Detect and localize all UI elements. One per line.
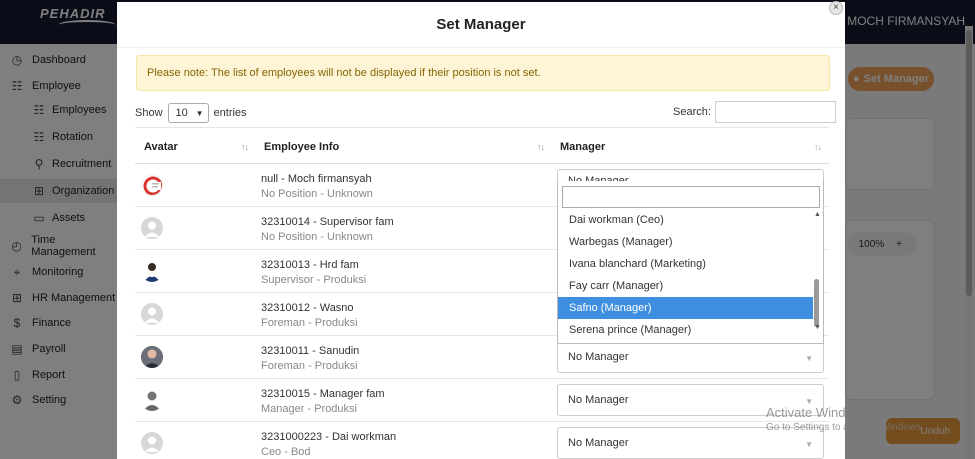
chevron-down-icon: ▼: [805, 440, 813, 449]
employee-position: Manager - Produksi: [261, 403, 357, 415]
column-avatar[interactable]: Avatar: [144, 141, 178, 153]
manager-select[interactable]: No Manager ▼: [557, 341, 824, 373]
search-label: Search:: [673, 106, 711, 118]
manager-dropdown: Dai workman (Ceo) Warbegas (Manager) Iva…: [557, 181, 824, 344]
close-icon[interactable]: ×: [829, 1, 843, 15]
avatar: [141, 389, 163, 411]
employee-name: 32310015 - Manager fam: [261, 388, 385, 400]
divider: [117, 47, 845, 48]
employee-name: null - Moch firmansyah: [261, 173, 372, 185]
table-search: Search:: [673, 101, 836, 123]
dropdown-option[interactable]: Serena prince (Manager): [558, 319, 813, 341]
employee-name: 32310011 - Sanudin: [261, 345, 360, 357]
entries-select[interactable]: 10 ▼: [167, 103, 209, 123]
avatar: [141, 217, 163, 239]
avatar: [141, 432, 163, 454]
employee-position: Supervisor - Produksi: [261, 274, 367, 286]
employee-name: 3231000223 - Dai workman: [261, 431, 397, 443]
set-manager-modal: Set Manager Please note: The list of emp…: [117, 2, 845, 459]
column-employee-info[interactable]: Employee Info: [264, 141, 339, 153]
avatar: [141, 303, 163, 325]
manager-value: No Manager: [568, 351, 629, 363]
dropdown-scrollbar[interactable]: ▲ ▼: [812, 211, 822, 331]
column-manager[interactable]: Manager: [560, 141, 605, 153]
employee-name: 32310013 - Hrd fam: [261, 259, 359, 271]
dropdown-option[interactable]: Dai workman (Ceo): [558, 209, 813, 231]
dropdown-option[interactable]: Fay carr (Manager): [558, 275, 813, 297]
manager-value: No Manager: [568, 394, 629, 406]
entries-control: Show 10 ▼ entries: [135, 103, 247, 123]
sort-icon[interactable]: ↑↓: [814, 142, 822, 152]
modal-title: Set Manager: [436, 16, 526, 33]
dropdown-scrollbar-thumb[interactable]: [814, 279, 819, 327]
entries-label: entries: [213, 107, 247, 119]
sort-icon[interactable]: ↑↓: [241, 142, 249, 152]
employee-position: No Position - Unknown: [261, 231, 373, 243]
avatar: [141, 346, 163, 368]
dropdown-option[interactable]: Ivana blanchard (Marketing): [558, 253, 813, 275]
chevron-down-icon: ▼: [195, 108, 204, 118]
entries-value: 10: [175, 107, 188, 119]
dropdown-search-input[interactable]: [562, 186, 820, 208]
show-label: Show: [135, 107, 163, 119]
manager-value: No Manager: [568, 437, 629, 449]
table-row: 32310015 - Manager fam Manager - Produks…: [135, 379, 829, 422]
activate-title: Activate Windows: [766, 405, 869, 420]
employee-name: 32310014 - Supervisor fam: [261, 216, 394, 228]
dropdown-option-selected[interactable]: Safno (Manager): [558, 297, 813, 319]
avatar: [141, 174, 163, 196]
dropdown-options: Dai workman (Ceo) Warbegas (Manager) Iva…: [558, 211, 825, 343]
dropdown-option[interactable]: Warbegas (Manager): [558, 231, 813, 253]
employee-position: No Position - Unknown: [261, 188, 373, 200]
search-input[interactable]: [714, 101, 836, 123]
activate-subtitle: Go to Settings to activate Windows.: [766, 422, 924, 433]
employee-name: 32310012 - Wasno: [261, 302, 354, 314]
scroll-down-icon[interactable]: ▼: [814, 324, 821, 331]
scroll-up-icon[interactable]: ▲: [814, 211, 821, 218]
table-row: 3231000223 - Dai workman Ceo - Bod No Ma…: [135, 422, 829, 459]
employee-position: Foreman - Produksi: [261, 360, 358, 372]
alert-text: Please note: The list of employees will …: [147, 67, 541, 79]
alert-note: Please note: The list of employees will …: [136, 55, 830, 91]
table-header: Avatar ↑↓ Employee Info ↑↓ Manager ↑↓: [135, 127, 829, 164]
activate-windows-watermark: Activate Windows Go to Settings to activ…: [766, 405, 924, 433]
sort-icon[interactable]: ↑↓: [537, 142, 545, 152]
chevron-down-icon: ▼: [805, 354, 813, 363]
avatar: [141, 260, 163, 282]
employee-position: Foreman - Produksi: [261, 317, 358, 329]
employee-position: Ceo - Bod: [261, 446, 311, 458]
